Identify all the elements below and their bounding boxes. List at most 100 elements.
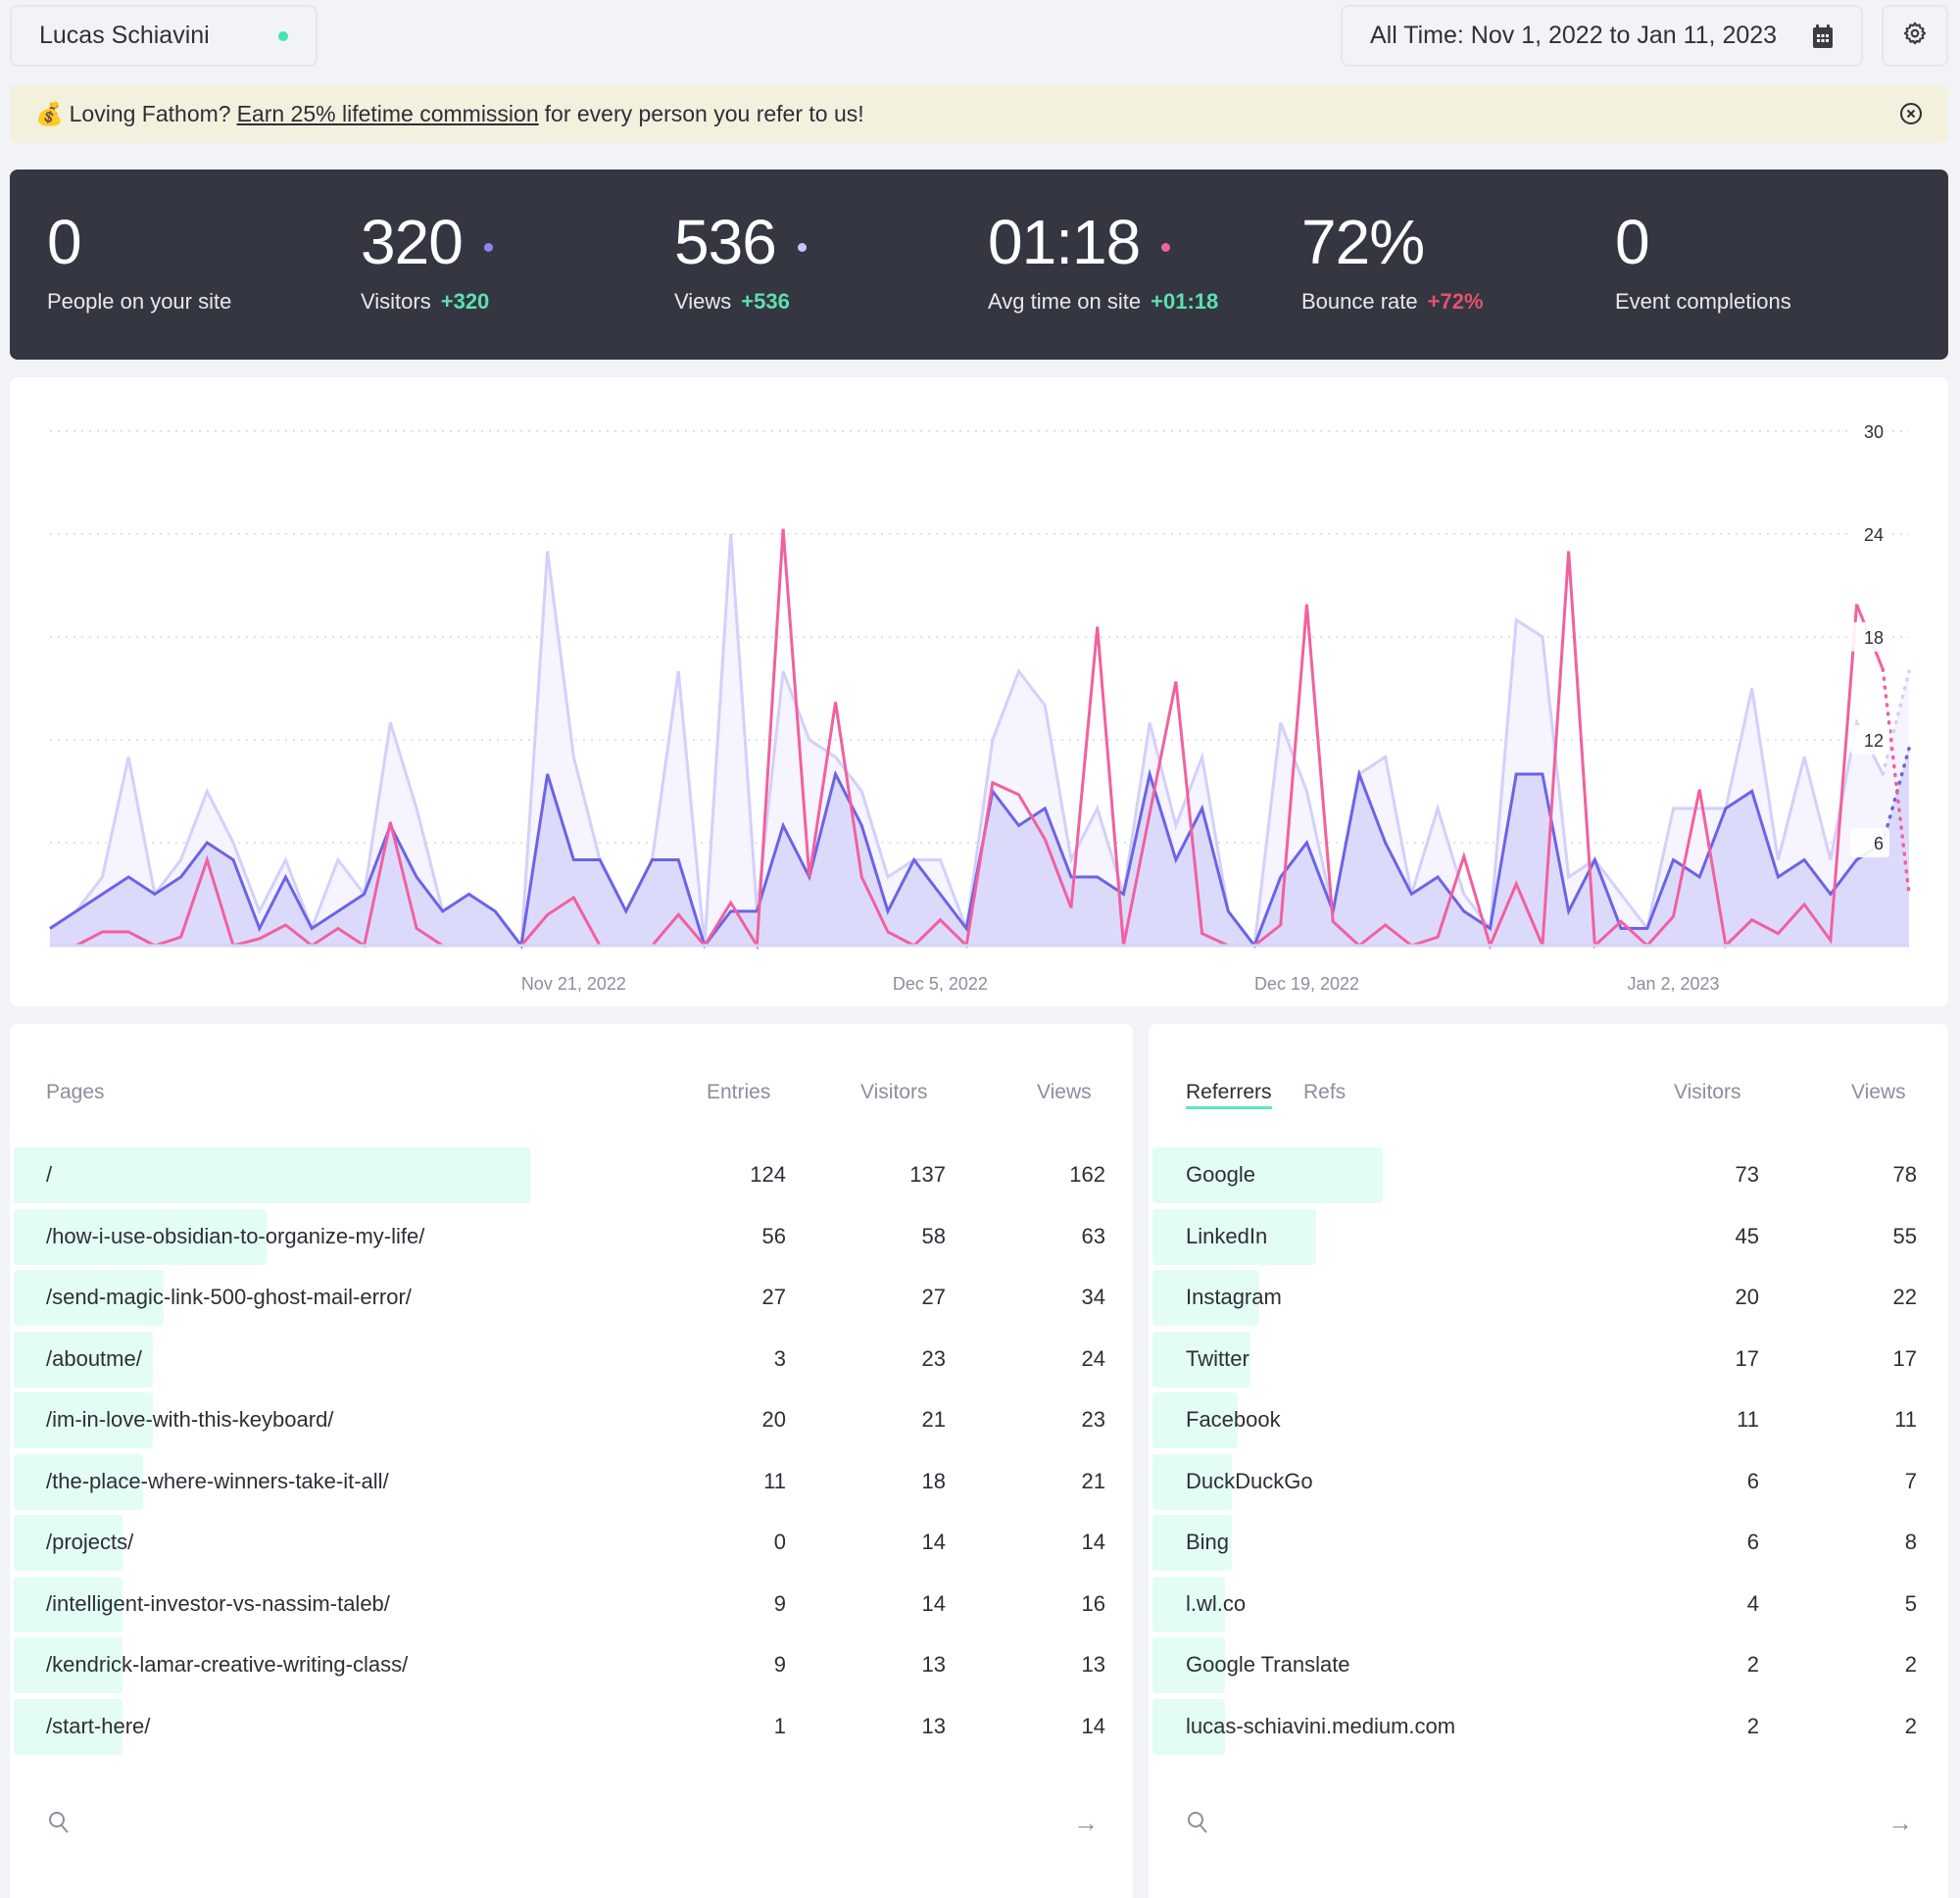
table-row[interactable]: / 124 137 162 <box>14 1145 1133 1207</box>
column-entries[interactable]: Entries <box>707 1081 770 1104</box>
settings-button[interactable] <box>1882 5 1948 67</box>
row-label[interactable]: /start-here/ <box>46 1714 150 1739</box>
search-referrers-button[interactable] <box>1186 1810 1209 1835</box>
table-row[interactable]: Google 73 78 <box>1152 1145 1948 1207</box>
row-label[interactable]: Google Translate <box>1186 1652 1350 1678</box>
table-row[interactable]: /kendrick-lamar-creative-writing-class/9… <box>14 1635 1133 1697</box>
row-label[interactable]: lucas-schiavini.medium.com <box>1186 1714 1455 1739</box>
stat-change: +536 <box>741 289 790 314</box>
table-row[interactable]: /intelligent-investor-vs-nassim-taleb/9 1… <box>14 1575 1133 1636</box>
cell-visitors: 13 <box>921 1652 946 1677</box>
stat-change: +320 <box>440 289 490 314</box>
table-row[interactable]: DuckDuckGo 6 7 <box>1152 1452 1948 1514</box>
row-label[interactable]: Facebook <box>1186 1407 1281 1433</box>
stat-value: 320 <box>361 207 674 277</box>
cell-views: 23 <box>1081 1407 1105 1432</box>
row-label[interactable]: /aboutme/ <box>46 1346 142 1372</box>
table-row[interactable]: LinkedIn 45 55 <box>1152 1207 1948 1269</box>
x-tick-label: Dec 5, 2022 <box>893 974 988 994</box>
table-row[interactable]: /projects/0 14 14 <box>14 1513 1133 1575</box>
column-visitors[interactable]: Visitors <box>1674 1081 1740 1104</box>
stat-event-completions: 0 Event completions <box>1615 207 1929 360</box>
cell-entries: 0 <box>773 1530 786 1554</box>
row-label[interactable]: /the-place-where-winners-take-it-all/ <box>46 1469 389 1494</box>
tab-referrers[interactable]: Referrers <box>1186 1081 1272 1109</box>
table-row[interactable]: Facebook 11 11 <box>1152 1390 1948 1452</box>
column-pages[interactable]: Pages <box>46 1081 105 1104</box>
arrow-right-icon[interactable]: → <box>1073 1808 1099 1838</box>
cell-views: 11 <box>1894 1407 1917 1432</box>
search-icon <box>49 1812 69 1833</box>
share-bar <box>14 1147 530 1203</box>
row-label[interactable]: /projects/ <box>46 1530 133 1555</box>
stat-label: Views +536 <box>674 289 988 315</box>
site-name: Lucas Schiavini <box>39 22 210 49</box>
cell-visitors: 13 <box>921 1713 946 1738</box>
row-label[interactable]: /im-in-love-with-this-keyboard/ <box>46 1407 333 1433</box>
table-row[interactable]: lucas-schiavini.medium.com 2 2 <box>1152 1697 1948 1759</box>
column-views[interactable]: Views <box>1851 1081 1906 1104</box>
cell-views: 5 <box>1904 1590 1917 1616</box>
pages-list: /124 137 162/how-i-use-obsidian-to-organiz… <box>14 1145 1133 1758</box>
stat-value: 01:18 <box>988 207 1301 277</box>
x-tick-label: Nov 21, 2022 <box>521 974 626 994</box>
cell-views: 14 <box>1081 1713 1105 1738</box>
y-tick-label: 18 <box>1864 628 1884 648</box>
row-label[interactable]: LinkedIn <box>1186 1224 1267 1249</box>
search-pages-button[interactable] <box>47 1810 71 1835</box>
cell-visitors: 6 <box>1746 1530 1759 1554</box>
cell-views: 55 <box>1892 1223 1917 1248</box>
referral-link[interactable]: Earn 25% lifetime commission <box>237 101 539 127</box>
stat-value-text: 320 <box>361 207 464 277</box>
row-label[interactable]: Google <box>1186 1162 1255 1188</box>
row-label[interactable]: /kendrick-lamar-creative-writing-class/ <box>46 1652 408 1678</box>
stat-label: Bounce rate +72% <box>1301 289 1615 315</box>
cell-views: 7 <box>1904 1468 1917 1493</box>
column-views[interactable]: Views <box>1037 1081 1092 1104</box>
row-label[interactable]: Instagram <box>1186 1285 1282 1310</box>
table-row[interactable]: /aboutme/3 23 24 <box>14 1330 1133 1391</box>
row-label[interactable]: l.wl.co <box>1186 1591 1246 1617</box>
banner-text-after: for every person you refer to us! <box>544 100 864 126</box>
cell-views: 16 <box>1081 1590 1105 1616</box>
cell-visitors: 14 <box>921 1590 946 1616</box>
table-row[interactable]: Twitter 17 17 <box>1152 1330 1948 1391</box>
pages-table-header: Pages Entries Visitors Views <box>10 1081 1133 1110</box>
row-label[interactable]: / <box>46 1162 52 1188</box>
referral-banner: 💰 Loving Fathom? Earn 25% lifetime commi… <box>10 84 1948 143</box>
row-label[interactable]: Twitter <box>1186 1346 1250 1372</box>
table-row[interactable]: /im-in-love-with-this-keyboard/20 21 23 <box>14 1390 1133 1452</box>
table-row[interactable]: l.wl.co 4 5 <box>1152 1575 1948 1636</box>
date-range-label: All Time: Nov 1, 2022 to Jan 11, 2023 <box>1370 22 1778 49</box>
cell-visitors: 27 <box>921 1285 946 1309</box>
arrow-right-icon[interactable]: → <box>1887 1808 1913 1838</box>
cell-views: 17 <box>1892 1345 1917 1371</box>
table-row[interactable]: /the-place-where-winners-take-it-all/11 1… <box>14 1452 1133 1514</box>
row-label[interactable]: DuckDuckGo <box>1186 1469 1313 1494</box>
row-label[interactable]: /how-i-use-obsidian-to-organize-my-life/ <box>46 1224 424 1249</box>
row-label[interactable]: /send-magic-link-500-ghost-mail-error/ <box>46 1285 412 1310</box>
x-tick-label: Dec 19, 2022 <box>1254 974 1359 994</box>
table-row[interactable]: /how-i-use-obsidian-to-organize-my-life/… <box>14 1207 1133 1269</box>
table-row[interactable]: /start-here/1 13 14 <box>14 1697 1133 1759</box>
calendar-icon <box>1812 24 1834 49</box>
table-row[interactable]: Bing 6 8 <box>1152 1513 1948 1575</box>
date-range-picker[interactable]: All Time: Nov 1, 2022 to Jan 11, 2023 <box>1341 5 1863 67</box>
site-selector[interactable]: Lucas Schiavini <box>10 5 318 67</box>
cell-views: 34 <box>1081 1285 1105 1309</box>
stat-value-text: 01:18 <box>988 207 1141 277</box>
row-label[interactable]: Bing <box>1186 1530 1229 1555</box>
cell-views: 22 <box>1892 1285 1917 1309</box>
table-row[interactable]: Instagram 20 22 <box>1152 1268 1948 1330</box>
referrers-footer: → <box>1149 1808 1948 1839</box>
table-row[interactable]: Google Translate 2 2 <box>1152 1635 1948 1697</box>
cell-visitors: 4 <box>1746 1590 1759 1616</box>
column-visitors[interactable]: Visitors <box>860 1081 927 1104</box>
row-label[interactable]: /intelligent-investor-vs-nassim-taleb/ <box>46 1591 390 1617</box>
stat-people-on-your-site: 0 People on your site <box>47 207 361 360</box>
stat-value: 0 <box>47 207 361 277</box>
tab-refs[interactable]: Refs <box>1303 1081 1346 1104</box>
table-row[interactable]: /send-magic-link-500-ghost-mail-error/27… <box>14 1268 1133 1330</box>
close-banner-button[interactable] <box>1899 102 1923 125</box>
stat-visitors: 320 Visitors +320 <box>361 207 674 360</box>
